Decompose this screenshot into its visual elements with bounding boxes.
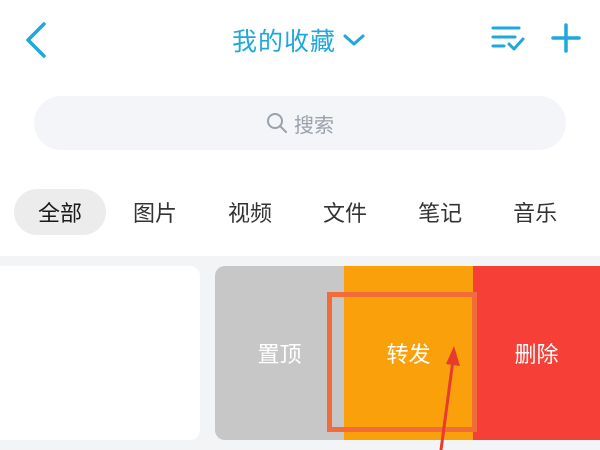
add-button[interactable] <box>548 20 584 56</box>
swipe-actions: 置顶 转发 删除 <box>215 266 600 440</box>
tab-files[interactable]: 文件 <box>299 189 391 235</box>
tab-notes[interactable]: 笔记 <box>394 189 486 235</box>
search-input[interactable]: 搜索 <box>34 96 566 150</box>
back-button[interactable] <box>18 18 58 62</box>
pin-button[interactable]: 置顶 <box>215 266 344 440</box>
chevron-left-icon <box>26 22 46 58</box>
page-title: 我的收藏 <box>232 27 337 56</box>
list-item[interactable] <box>0 266 200 440</box>
delete-button[interactable]: 删除 <box>473 266 600 440</box>
title-dropdown[interactable]: 我的收藏 <box>232 20 366 60</box>
chevron-down-icon <box>343 34 365 46</box>
list-check-icon <box>491 26 525 51</box>
plus-icon <box>551 23 581 53</box>
header-actions <box>490 20 584 56</box>
tab-videos[interactable]: 视频 <box>204 189 296 235</box>
tab-all[interactable]: 全部 <box>14 189 107 235</box>
category-tabs: 全部 图片 视频 文件 笔记 音乐 <box>0 166 600 256</box>
search-placeholder: 搜索 <box>294 112 334 137</box>
search-icon <box>267 113 287 133</box>
tab-list: 全部 图片 视频 文件 笔记 音乐 <box>14 189 584 235</box>
search-section: 搜索 <box>0 84 600 166</box>
forward-button[interactable]: 转发 <box>344 266 473 440</box>
tab-images[interactable]: 图片 <box>109 189 201 235</box>
favorites-screen: 我的收藏 搜索 全部 图片 视频 文件 笔记 音乐 置顶 转发 删除 <box>0 0 600 450</box>
tab-music[interactable]: 音乐 <box>489 189 581 235</box>
multi-select-button[interactable] <box>490 20 526 56</box>
top-bar: 我的收藏 <box>0 0 600 84</box>
